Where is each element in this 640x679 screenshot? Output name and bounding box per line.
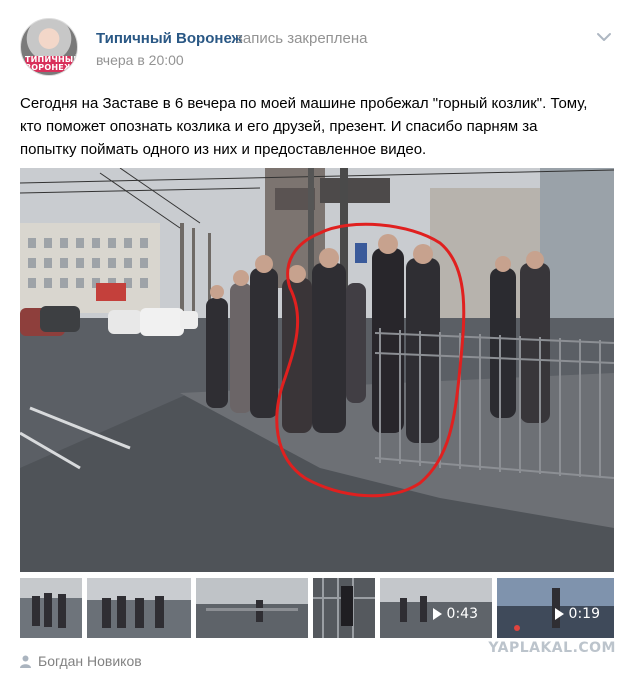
avatar-logo-text: ТИПИЧНЫЙ ВОРОНЕЖ: [25, 55, 78, 72]
post-timestamp[interactable]: вчера в 20:00: [96, 52, 184, 68]
video-duration-text: 0:43: [446, 606, 478, 622]
watermark: YAPLAKAL.COM: [488, 640, 616, 656]
attachment-thumbnails: 0:43 0:19: [20, 578, 614, 638]
thumbnail-photo[interactable]: [20, 578, 82, 638]
post-text-line: кто поможет опознать козлика и его друзе…: [20, 118, 538, 135]
thumbnail-video[interactable]: 0:43: [380, 578, 492, 638]
video-duration-text: 0:19: [568, 606, 600, 622]
thumbnail-video[interactable]: 0:19: [497, 578, 614, 638]
post-text-line: попытку поймать одного из них и предоста…: [20, 141, 427, 158]
video-frame-image: [20, 168, 614, 572]
thumbnail-photo[interactable]: [313, 578, 375, 638]
play-icon: [432, 608, 442, 620]
play-icon: [554, 608, 564, 620]
group-avatar[interactable]: ТИПИЧНЫЙ ВОРОНЕЖ: [20, 18, 78, 76]
thumbnail-image: [313, 578, 375, 638]
post-text: Сегодня на Заставе в 6 вечера по моей ма…: [20, 92, 620, 161]
user-icon: [20, 655, 31, 668]
thumbnail-photo[interactable]: [196, 578, 308, 638]
thumbnail-photo[interactable]: [87, 578, 191, 638]
post-header: ТИПИЧНЫЙ ВОРОНЕЖ Типичный Воронеж запись…: [20, 18, 620, 78]
group-name-link[interactable]: Типичный Воронеж: [96, 30, 242, 47]
thumbnail-image: [87, 578, 191, 638]
chevron-down-icon[interactable]: [596, 32, 612, 42]
post-text-line: Сегодня на Заставе в 6 вечера по моей ма…: [20, 95, 588, 112]
main-video-attachment[interactable]: [20, 168, 614, 572]
pinned-label: запись закреплена: [236, 30, 368, 47]
thumbnail-image: [196, 578, 308, 638]
author-name[interactable]: Богдан Новиков: [38, 653, 142, 669]
video-duration: 0:19: [554, 605, 600, 623]
video-duration: 0:43: [432, 605, 478, 623]
thumbnail-image: [20, 578, 82, 638]
